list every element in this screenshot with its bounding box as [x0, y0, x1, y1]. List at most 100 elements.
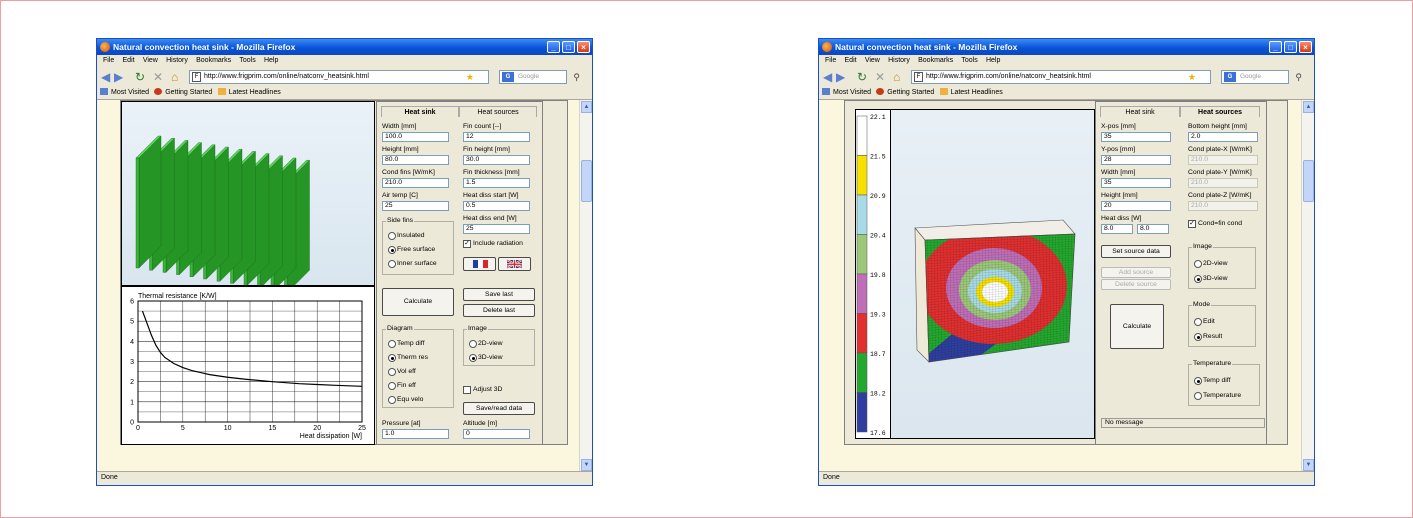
menu-edit[interactable]: Edit [845, 55, 857, 67]
radio-temp-diff[interactable]: Temp diff [388, 340, 424, 348]
scroll-up-arrow-icon[interactable]: ▲ [581, 101, 592, 113]
radio-3d-view[interactable]: 3D-view [1194, 275, 1228, 283]
radio-vol-eff[interactable]: Vol eff [388, 368, 416, 376]
include-radiation-checkbox[interactable]: ✓ Include radiation [463, 240, 523, 248]
menu-bookmarks[interactable]: Bookmarks [196, 55, 231, 67]
french-flag-button[interactable] [463, 257, 496, 271]
menu-history[interactable]: History [888, 55, 910, 67]
menu-view[interactable]: View [143, 55, 158, 67]
radio-edit[interactable]: Edit [1194, 318, 1215, 326]
stop-icon[interactable]: ✕ [153, 70, 163, 84]
minimize-button[interactable]: _ [547, 41, 560, 53]
vertical-scrollbar[interactable]: ▲ ▼ [579, 100, 592, 472]
scroll-thumb[interactable] [1303, 160, 1314, 202]
bookmark-most-visited[interactable]: Most Visited [833, 87, 871, 99]
scroll-thumb[interactable] [581, 160, 592, 202]
delete-last-button[interactable]: Delete last [463, 304, 535, 317]
calculate-button[interactable]: Calculate [1110, 304, 1164, 349]
menu-file[interactable]: File [825, 55, 836, 67]
add-source-button[interactable]: Add source [1101, 267, 1171, 278]
x-pos-field[interactable]: 35 [1101, 132, 1171, 142]
bottom-height-field[interactable]: 2.0 [1188, 132, 1258, 142]
heat-diss-field-1[interactable]: 8.0 [1101, 224, 1133, 234]
home-icon[interactable]: ⌂ [171, 70, 178, 84]
save-last-button[interactable]: Save last [463, 288, 535, 301]
radio-equ-velo[interactable]: Equ velo [388, 396, 423, 404]
cond-plate-z-field[interactable]: 210.0 [1188, 201, 1258, 211]
fin-height-field[interactable]: 30.0 [463, 155, 530, 165]
heat-diss-start-field[interactable]: 0.5 [463, 201, 530, 211]
radio-2d-view[interactable]: 2D-view [469, 340, 503, 348]
fin-count-field[interactable]: 12 [463, 132, 530, 142]
menu-tools[interactable]: Tools [961, 55, 977, 67]
width-field[interactable]: 35 [1101, 178, 1171, 188]
scroll-up-arrow-icon[interactable]: ▲ [1303, 101, 1314, 113]
altitude-field[interactable]: 0 [463, 429, 530, 439]
bookmark-most-visited[interactable]: Most Visited [111, 87, 149, 99]
tab-heat-sources[interactable]: Heat sources [1180, 106, 1260, 117]
height-field[interactable]: 20 [1101, 201, 1171, 211]
calculate-button[interactable]: Calculate [382, 288, 454, 316]
y-pos-field[interactable]: 28 [1101, 155, 1171, 165]
tab-heat-sources[interactable]: Heat sources [459, 106, 537, 117]
radio-result[interactable]: Result [1194, 333, 1222, 341]
url-bar[interactable]: F http://www.frigprim.com/online/natconv… [189, 70, 489, 84]
forward-icon[interactable]: ▶ [836, 70, 845, 84]
back-icon[interactable]: ◀ [823, 70, 832, 84]
search-input[interactable]: G Google ⚲ [1221, 70, 1302, 84]
radio-temp-diff[interactable]: Temp diff [1194, 377, 1230, 385]
bookmark-latest-headlines[interactable]: Latest Headlines [229, 87, 281, 99]
cond-fin-cond-checkbox[interactable]: ✓ Cond=fin cond [1188, 220, 1242, 228]
scroll-down-arrow-icon[interactable]: ▼ [1303, 459, 1314, 471]
menu-bookmarks[interactable]: Bookmarks [918, 55, 953, 67]
radio-inner-surface[interactable]: Inner surface [388, 260, 437, 268]
search-icon[interactable]: ⚲ [573, 71, 580, 83]
menu-help[interactable]: Help [986, 55, 1000, 67]
search-icon[interactable]: ⚲ [1295, 71, 1302, 83]
menu-view[interactable]: View [865, 55, 880, 67]
radio-2d-view[interactable]: 2D-view [1194, 260, 1228, 268]
fin-thickness-field[interactable]: 1.5 [463, 178, 530, 188]
radio-3d-view[interactable]: 3D-view [469, 354, 503, 362]
radio-temperature[interactable]: Temperature [1194, 392, 1241, 400]
minimize-button[interactable]: _ [1269, 41, 1282, 53]
menu-edit[interactable]: Edit [123, 55, 135, 67]
bookmark-star-icon[interactable]: ★ [1188, 71, 1196, 83]
menu-tools[interactable]: Tools [239, 55, 255, 67]
menu-file[interactable]: File [103, 55, 114, 67]
heat-diss-end-field[interactable]: 25 [463, 224, 530, 234]
save-read-data-button[interactable]: Save/read data [463, 402, 535, 415]
home-icon[interactable]: ⌂ [893, 70, 900, 84]
tab-heat-sink[interactable]: Heat sink [1100, 106, 1180, 117]
close-button[interactable]: × [577, 41, 590, 53]
reload-icon[interactable]: ↻ [135, 70, 145, 84]
air-temp-field[interactable]: 25 [382, 201, 449, 211]
bookmark-getting-started[interactable]: Getting Started [165, 87, 212, 99]
menu-help[interactable]: Help [264, 55, 278, 67]
radio-insulated[interactable]: Insulated [388, 232, 425, 240]
tab-heat-sink[interactable]: Heat sink [381, 106, 459, 117]
delete-source-button[interactable]: Delete source [1101, 279, 1171, 290]
bookmark-getting-started[interactable]: Getting Started [887, 87, 934, 99]
height-field[interactable]: 80.0 [382, 155, 449, 165]
cond-plate-y-field[interactable]: 210.0 [1188, 178, 1258, 188]
reload-icon[interactable]: ↻ [857, 70, 867, 84]
forward-icon[interactable]: ▶ [114, 70, 123, 84]
maximize-button[interactable]: □ [562, 41, 575, 53]
radio-therm-res[interactable]: Therm res [388, 354, 428, 362]
bookmark-star-icon[interactable]: ★ [466, 71, 474, 83]
set-source-data-button[interactable]: Set source data [1101, 245, 1171, 258]
vertical-scrollbar[interactable]: ▲ ▼ [1301, 100, 1314, 472]
radio-free-surface[interactable]: Free surface [388, 246, 435, 254]
cond-fins-field[interactable]: 210.0 [382, 178, 449, 188]
close-button[interactable]: × [1299, 41, 1312, 53]
stop-icon[interactable]: ✕ [875, 70, 885, 84]
radio-fin-eff[interactable]: Fin eff [388, 382, 416, 390]
url-bar[interactable]: F http://www.frigprim.com/online/natconv… [911, 70, 1211, 84]
cond-plate-x-field[interactable]: 210.0 [1188, 155, 1258, 165]
bookmark-latest-headlines[interactable]: Latest Headlines [951, 87, 1003, 99]
width-field[interactable]: 100.0 [382, 132, 449, 142]
adjust-3d-checkbox[interactable]: Adjust 3D [463, 386, 502, 394]
back-icon[interactable]: ◀ [101, 70, 110, 84]
scroll-down-arrow-icon[interactable]: ▼ [581, 459, 592, 471]
